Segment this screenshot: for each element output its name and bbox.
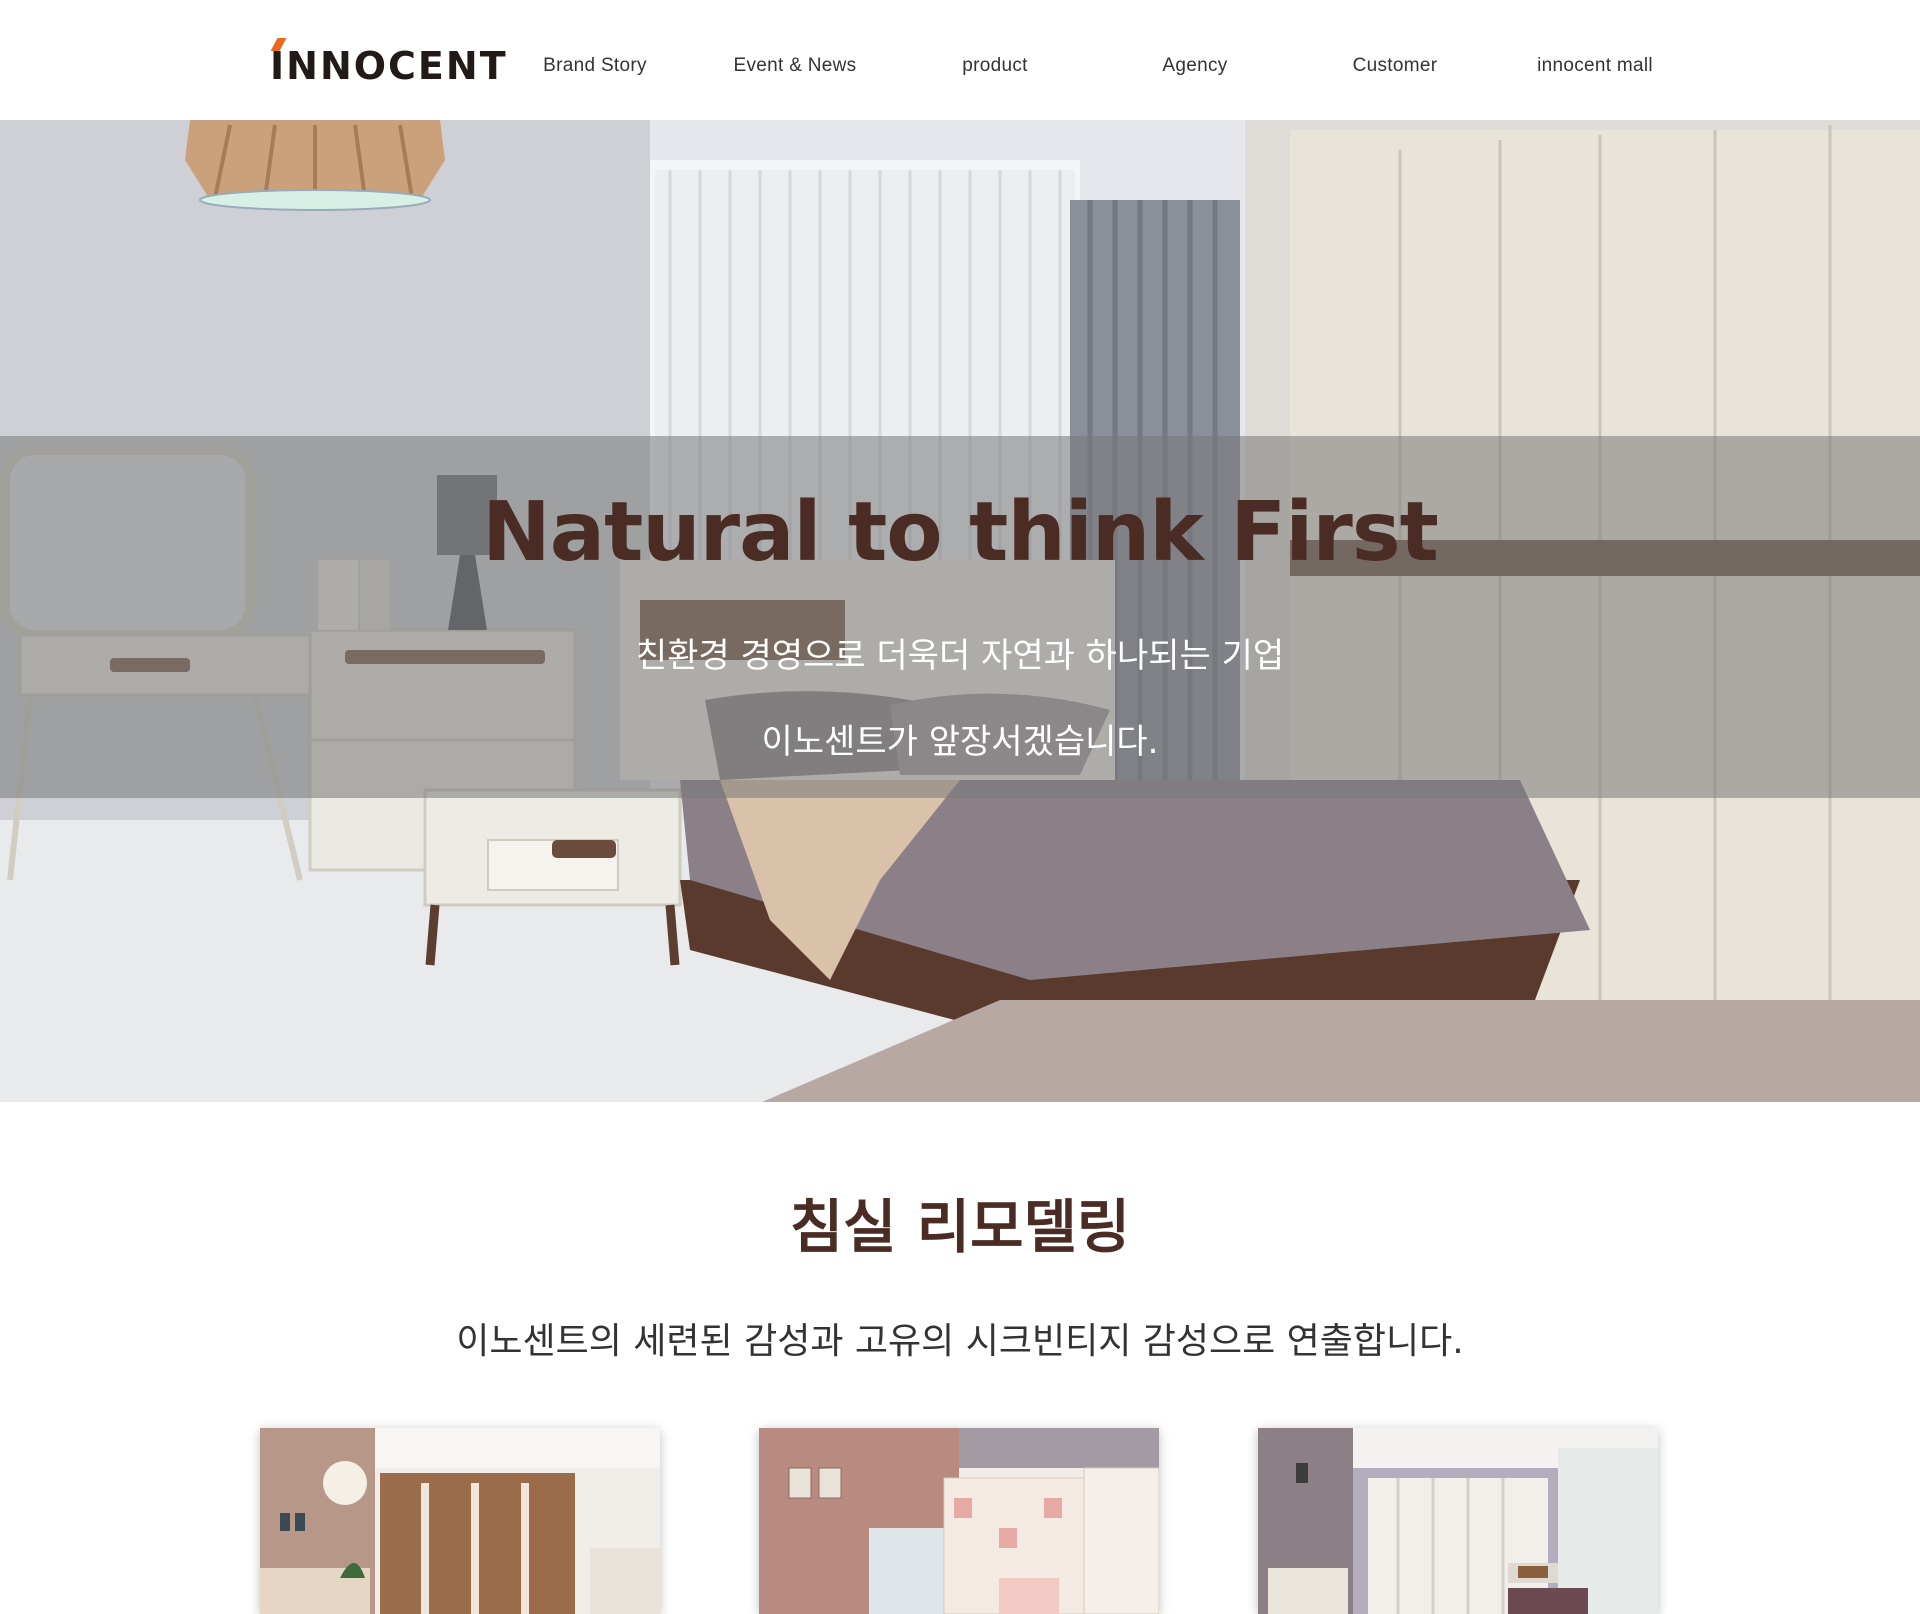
remodel-card-3[interactable] [1258,1428,1658,1614]
nav-innocent-mall[interactable]: innocent mall [1537,55,1653,77]
kids-room-photo [759,1428,1159,1614]
logo-text: innocent [270,44,508,88]
remodel-card-1[interactable] [260,1428,660,1614]
section-description: 이노센트의 세련된 감성과 고유의 시크빈티지 감성으로 연출합니다. [456,1321,1464,1362]
nav-agency[interactable]: Agency [1162,55,1227,77]
nav-customer[interactable]: Customer [1353,55,1438,77]
nav-brand-story[interactable]: Brand Story [543,55,647,77]
hero-banner: Natural to think First 친환경 경영으로 더욱더 자연과 … [0,120,1920,1102]
hero-subtitle-line2: 이노센트가 앞장서겠습니다. [761,722,1159,762]
section-title: 침실 리모델링 [789,1193,1131,1261]
bedroom-wardrobe-photo [260,1428,660,1614]
hero-title: Natural to think First [482,485,1439,580]
site-header: innocent Brand Story Event & News produc… [0,0,1920,120]
white-bedroom-photo [1258,1428,1658,1614]
remodel-card-2[interactable] [759,1428,1159,1614]
nav-event-news[interactable]: Event & News [734,55,857,77]
hero-subtitle-line1: 친환경 경영으로 더욱더 자연과 하나되는 기업 [635,636,1285,676]
nav-product[interactable]: product [962,55,1027,77]
